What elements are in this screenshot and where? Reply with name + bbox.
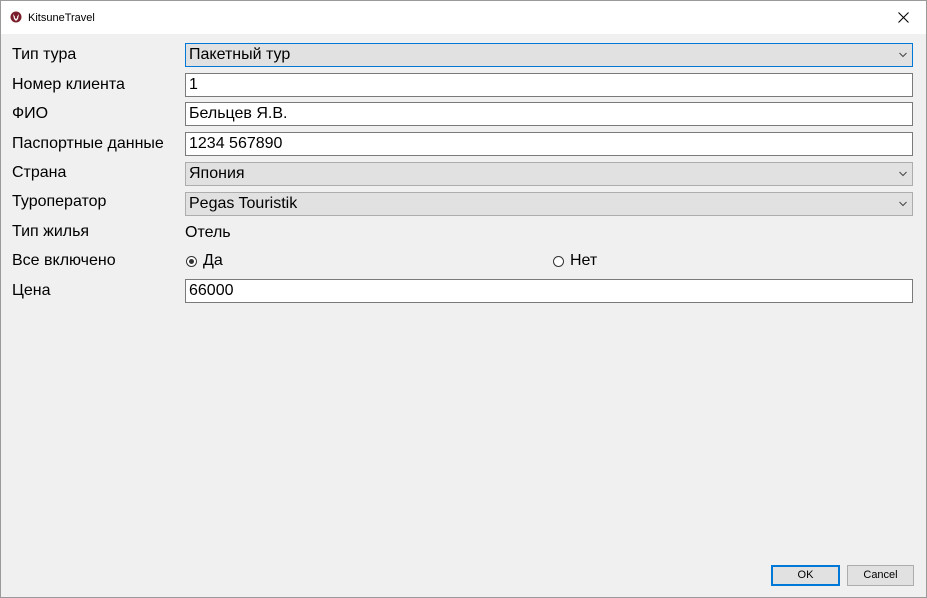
- close-icon: [898, 12, 909, 23]
- all-inclusive-yes-label: Да: [203, 252, 223, 269]
- tour-type-label: Тип тура: [12, 46, 77, 63]
- title-bar[interactable]: KitsuneTravel: [1, 1, 926, 34]
- country-value: Япония: [189, 165, 245, 182]
- tour-type-select[interactable]: Пакетный тур: [185, 43, 913, 67]
- tour-operator-label: Туроператор: [12, 193, 107, 210]
- all-inclusive-no-radio[interactable]: Нет: [553, 251, 597, 271]
- all-inclusive-label: Все включено: [12, 252, 116, 269]
- price-label: Цена: [12, 282, 51, 299]
- dialog-window: KitsuneTravel Тип тура Пакетный тур Номе…: [0, 0, 927, 598]
- passport-input[interactable]: 1234 567890: [185, 132, 913, 156]
- chevron-down-icon: [899, 201, 907, 207]
- ok-button[interactable]: OK: [771, 565, 840, 586]
- fox-logo-icon: [10, 11, 22, 23]
- chevron-down-icon: [899, 52, 907, 58]
- client-number-label: Номер клиента: [12, 76, 125, 93]
- chevron-down-icon: [899, 171, 907, 177]
- tour-operator-select[interactable]: Pegas Touristik: [185, 192, 913, 216]
- all-inclusive-no-label: Нет: [570, 252, 598, 269]
- full-name-label: ФИО: [12, 105, 49, 122]
- housing-type-value: Отель: [185, 224, 231, 241]
- country-label: Страна: [12, 164, 67, 181]
- tour-type-value: Пакетный тур: [189, 46, 291, 63]
- radio-checked-icon: [186, 255, 197, 267]
- window-title: KitsuneTravel: [28, 12, 95, 24]
- housing-type-label: Тип жилья: [12, 223, 90, 240]
- cancel-button[interactable]: Cancel: [847, 565, 914, 586]
- full-name-input[interactable]: Бельцев Я.В.: [185, 102, 913, 126]
- all-inclusive-yes-radio[interactable]: Да: [186, 251, 223, 271]
- close-button[interactable]: [881, 1, 926, 34]
- country-select[interactable]: Япония: [185, 162, 913, 186]
- tour-operator-value: Pegas Touristik: [189, 195, 298, 212]
- passport-label: Паспортные данные: [12, 135, 164, 152]
- client-number-input[interactable]: 1: [185, 73, 913, 97]
- radio-unchecked-icon: [553, 255, 564, 267]
- price-input[interactable]: 66000: [185, 279, 913, 303]
